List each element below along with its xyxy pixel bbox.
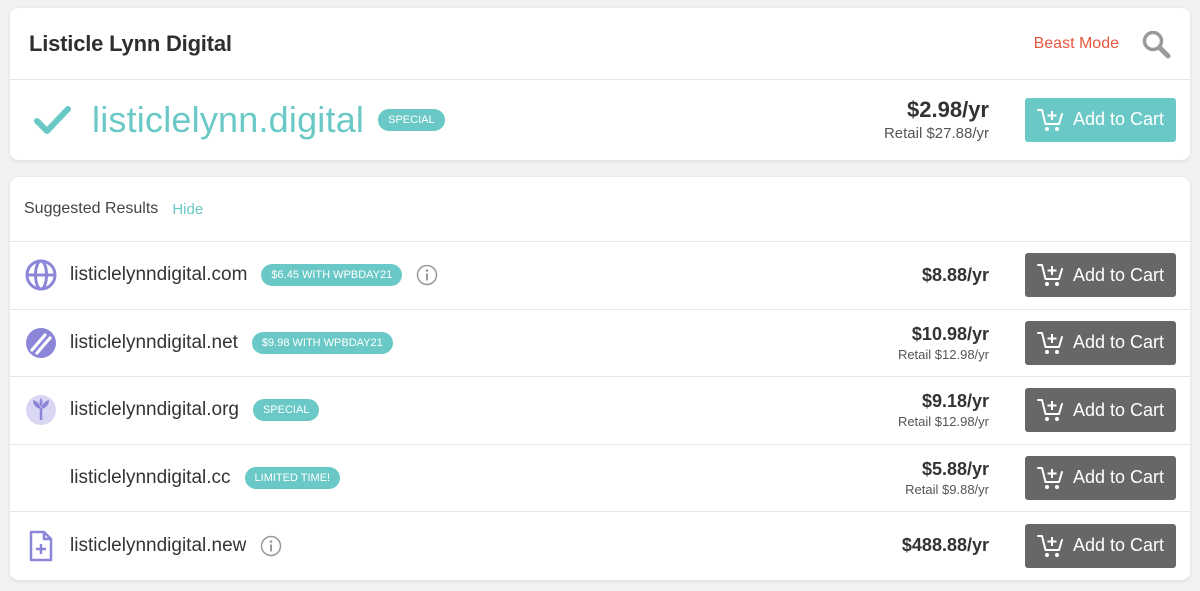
limited-time-badge: LIMITED TIME!: [244, 466, 341, 489]
domain-name: listiclelynndigital.com: [70, 264, 248, 286]
suggested-results-title: Suggested Results: [24, 200, 159, 217]
special-badge: SPECIAL: [252, 399, 320, 422]
info-icon[interactable]: [260, 535, 282, 557]
blank-icon-slot: [24, 461, 58, 495]
main-domain-name: listiclelynn.digital: [92, 98, 365, 140]
domain-name: listiclelynndigital.new: [70, 534, 247, 556]
promo-badge: $6.45 WITH WPBDAY21: [261, 264, 403, 287]
top-header: Listicle Lynn Digital Beast Mode: [10, 8, 1190, 80]
result-row-com: listiclelynndigital.com $6.45 WITH WPBDA…: [10, 242, 1190, 310]
price-block: $5.88/yr Retail $9.88/yr: [905, 459, 989, 497]
domain-name: listiclelynndigital.org: [70, 399, 239, 421]
cart-plus-icon: [1036, 264, 1063, 287]
add-to-cart-button-cc[interactable]: Add to Cart: [1025, 455, 1176, 500]
main-retail-price: Retail $27.88/yr: [883, 125, 989, 142]
add-to-cart-label: Add to Cart: [1072, 467, 1165, 488]
price-block: $8.88/yr: [922, 265, 989, 286]
page-title: Listicle Lynn Digital: [29, 30, 232, 56]
check-icon: [34, 105, 71, 134]
price: $10.98/yr: [911, 323, 989, 344]
retail-price: Retail $12.98/yr: [897, 346, 989, 362]
add-to-cart-label: Add to Cart: [1072, 332, 1165, 353]
price: $488.88/yr: [901, 535, 989, 556]
retail-price: Retail $9.88/yr: [905, 481, 989, 497]
add-to-cart-label: Add to Cart: [1072, 264, 1165, 285]
price: $8.88/yr: [921, 264, 989, 285]
result-row-org: listiclelynndigital.org SPECIAL $9.18/yr…: [10, 377, 1190, 445]
org-icon: [24, 393, 58, 427]
suggested-results-card: Suggested Results Hide listiclelynndigit…: [10, 177, 1190, 580]
price-block: $9.18/yr Retail $12.98/yr: [898, 391, 989, 429]
info-icon[interactable]: [416, 264, 438, 286]
promo-badge: $9.98 WITH WPBDAY21: [251, 331, 393, 354]
new-doc-icon: [24, 529, 58, 563]
main-add-to-cart-button[interactable]: Add to Cart: [1025, 97, 1176, 142]
main-result-card: Listicle Lynn Digital Beast Mode listicl…: [10, 8, 1190, 160]
cart-plus-icon: [1036, 466, 1063, 489]
add-to-cart-label: Add to Cart: [1072, 109, 1165, 129]
result-row-cc: listiclelynndigital.cc LIMITED TIME! $5.…: [10, 445, 1190, 512]
price: $5.88/yr: [921, 458, 989, 479]
main-price-block: $2.98/yr Retail $27.88/yr: [884, 97, 989, 142]
add-to-cart-button-com[interactable]: Add to Cart: [1025, 253, 1176, 298]
retail-price: Retail $12.98/yr: [897, 414, 989, 430]
result-row-net: listiclelynndigital.net $9.98 WITH WPBDA…: [10, 310, 1190, 377]
suggested-results-header: Suggested Results Hide: [10, 177, 1190, 242]
hide-link[interactable]: Hide: [172, 201, 203, 218]
add-to-cart-label: Add to Cart: [1072, 399, 1165, 420]
domain-name: listiclelynndigital.net: [70, 331, 238, 353]
beast-mode-link[interactable]: Beast Mode: [1034, 35, 1119, 53]
result-row-new: listiclelynndigital.new $488.88/yr Add t…: [10, 512, 1190, 580]
add-to-cart-button-org[interactable]: Add to Cart: [1025, 388, 1176, 433]
price: $9.18/yr: [921, 391, 989, 412]
add-to-cart-button-net[interactable]: Add to Cart: [1025, 320, 1176, 365]
cart-plus-icon: [1036, 399, 1063, 422]
price-block: $10.98/yr Retail $12.98/yr: [898, 324, 989, 362]
main-result-row: listiclelynn.digital SPECIAL $2.98/yr Re…: [10, 80, 1190, 159]
add-to-cart-label: Add to Cart: [1072, 535, 1165, 556]
add-to-cart-button-new[interactable]: Add to Cart: [1025, 523, 1176, 568]
cart-plus-icon: [1036, 331, 1063, 354]
cart-plus-icon: [1036, 108, 1063, 131]
search-icon[interactable]: [1141, 29, 1171, 59]
special-badge: SPECIAL: [378, 108, 445, 131]
cart-plus-icon: [1036, 534, 1063, 557]
net-icon: [24, 326, 58, 360]
main-price: $2.98/yr: [907, 97, 989, 122]
domain-name: listiclelynndigital.cc: [70, 466, 231, 488]
price-block: $488.88/yr: [902, 535, 989, 556]
globe-icon: [24, 258, 58, 292]
